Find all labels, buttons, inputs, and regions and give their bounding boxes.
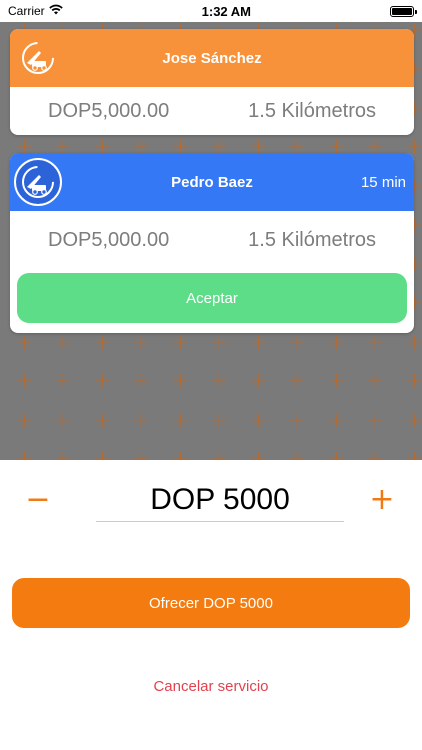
status-bar: Carrier 1:32 AM: [0, 0, 422, 22]
wifi-icon: [48, 4, 63, 18]
cancel-service-link[interactable]: Cancelar servicio: [0, 678, 422, 695]
pattern-plus-mark: +: [366, 369, 385, 394]
pattern-plus-mark: +: [210, 447, 229, 461]
pattern-plus-mark: +: [54, 447, 73, 461]
pattern-plus-mark: +: [15, 369, 34, 394]
pattern-plus-mark: +: [405, 447, 422, 461]
pattern-plus-mark: +: [366, 330, 385, 355]
pattern-plus-mark: +: [171, 447, 190, 461]
pattern-plus-mark: +: [210, 330, 229, 355]
pattern-plus-mark: +: [405, 330, 422, 355]
offer-details: DOP5,000.00 1.5 Kilómetros: [10, 211, 414, 269]
pattern-plus-mark: +: [54, 330, 73, 355]
driver-name: Jose Sánchez: [162, 49, 262, 67]
pattern-plus-mark: +: [132, 369, 151, 394]
pattern-plus-mark: +: [288, 369, 307, 394]
pattern-plus-mark: +: [405, 369, 422, 394]
pattern-plus-mark: +: [288, 330, 307, 355]
pattern-plus-mark: +: [288, 447, 307, 461]
carrier-label: Carrier: [8, 4, 45, 18]
pattern-plus-mark: +: [54, 369, 73, 394]
pattern-plus-mark: +: [93, 330, 112, 355]
pattern-plus-mark: +: [288, 408, 307, 433]
pattern-plus-mark: +: [54, 408, 73, 433]
pattern-plus-mark: +: [93, 369, 112, 394]
pattern-plus-mark: +: [93, 408, 112, 433]
pattern-plus-mark: +: [327, 330, 346, 355]
offer-distance: 1.5 Kilómetros: [248, 228, 376, 251]
offer-button[interactable]: Ofrecer DOP 5000: [12, 578, 410, 628]
amount-stepper: − +: [0, 478, 422, 526]
offer-price: DOP5,000.00: [48, 99, 170, 122]
pattern-plus-mark: +: [171, 408, 190, 433]
pattern-plus-mark: +: [210, 369, 229, 394]
offer-distance: 1.5 Kilómetros: [248, 99, 376, 122]
driver-name: Pedro Baez: [171, 173, 253, 191]
pattern-plus-mark: +: [249, 408, 268, 433]
offer-card-jose[interactable]: Jose Sánchez DOP5,000.00 1.5 Kilómetros: [10, 29, 414, 135]
accept-button[interactable]: Aceptar: [17, 273, 407, 323]
pattern-plus-mark: +: [405, 408, 422, 433]
decrease-button[interactable]: −: [18, 478, 58, 522]
offer-card-header: Pedro Baez 15 min: [10, 153, 414, 211]
pattern-plus-mark: +: [15, 408, 34, 433]
pattern-plus-mark: +: [327, 369, 346, 394]
pattern-plus-mark: +: [132, 447, 151, 461]
increase-button[interactable]: +: [362, 478, 402, 522]
pattern-plus-mark: +: [93, 447, 112, 461]
offer-card-pedro: Pedro Baez 15 min DOP5,000.00 1.5 Kilóme…: [10, 153, 414, 333]
pattern-plus-mark: +: [210, 408, 229, 433]
amount-input[interactable]: [96, 478, 344, 522]
pattern-plus-mark: +: [15, 330, 34, 355]
pattern-plus-mark: +: [249, 330, 268, 355]
pattern-plus-mark: +: [249, 369, 268, 394]
pattern-plus-mark: +: [15, 447, 34, 461]
pattern-plus-mark: +: [171, 369, 190, 394]
pattern-plus-mark: +: [132, 408, 151, 433]
pattern-plus-mark: +: [171, 330, 190, 355]
pattern-plus-mark: +: [327, 408, 346, 433]
pattern-plus-mark: +: [249, 447, 268, 461]
pattern-plus-mark: +: [366, 447, 385, 461]
offer-card-header: Jose Sánchez: [10, 29, 414, 87]
offer-price: DOP5,000.00: [48, 228, 170, 251]
offer-details: DOP5,000.00 1.5 Kilómetros: [10, 87, 414, 135]
battery-icon: [389, 5, 417, 17]
pattern-plus-mark: +: [327, 447, 346, 461]
status-time: 1:32 AM: [201, 3, 252, 19]
pattern-plus-mark: +: [366, 408, 385, 433]
offer-eta: 15 min: [360, 173, 406, 191]
pattern-plus-mark: +: [132, 330, 151, 355]
